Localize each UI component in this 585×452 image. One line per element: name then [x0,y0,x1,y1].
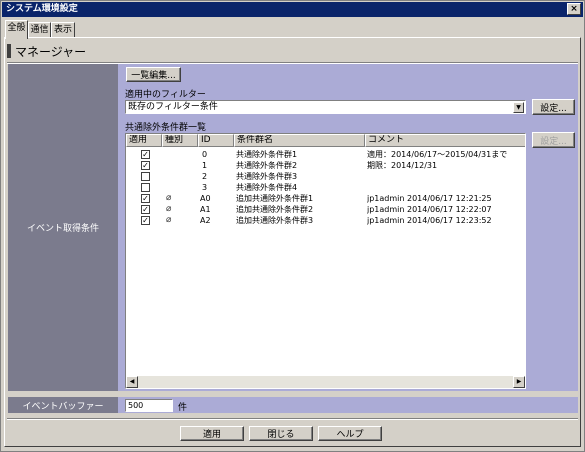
horizontal-scrollbar[interactable]: ◀ ▶ [126,376,525,388]
close-icon[interactable]: × [567,3,581,15]
event-condition-label-cell: イベント取得条件 [8,64,118,391]
section-header: マネージャー [7,43,86,61]
divider [7,418,578,420]
event-buffer-input[interactable] [125,399,173,412]
row-name: 共通除外条件群3 [236,172,298,181]
row-name: 共通除外条件群4 [236,183,298,192]
row-id: A2 [200,216,211,225]
section-title: マネージャー [15,45,87,59]
help-button[interactable]: ヘルプ [318,426,382,441]
row-id: 3 [202,183,208,192]
column-header-type[interactable]: 種別 [162,134,198,147]
apply-checkbox[interactable]: ✓ [141,161,150,170]
exclusion-list-label: 共通除外条件群一覧 [125,123,207,133]
row-id: 1 [202,161,208,170]
filter-select[interactable]: 既存のフィルター条件 ▼ [125,100,526,114]
filter-label: 適用中のフィルター [125,90,206,100]
column-header-id[interactable]: ID [198,134,234,147]
row-id: 0 [202,150,208,159]
event-buffer-label: イベントバッファー [22,401,104,412]
row-comment: jp1admin 2014/06/17 12:22:07 [367,205,492,214]
list-edit-button[interactable]: 一覧編集... [126,67,181,82]
table-row[interactable]: ✓ ⌀ A0 追加共通除外条件群1 jp1admin 2014/06/17 12… [126,193,525,204]
scroll-left-icon[interactable]: ◀ [126,376,138,388]
row-id: A0 [200,194,211,203]
filter-settings-button[interactable]: 設定... [532,99,575,115]
column-header-apply[interactable]: 適用 [126,134,162,147]
table-row[interactable]: ✓ 1 共通除外条件群2 期限：2014/12/31 [126,160,525,171]
scroll-right-icon[interactable]: ▶ [513,376,525,388]
row-comment: 適用：2014/06/17〜2015/04/31まで [367,150,508,159]
paperclip-icon: ⌀ [166,193,172,203]
tab-display[interactable]: 表示 [51,22,75,38]
apply-checkbox[interactable]: ✓ [141,216,150,225]
row-comment: 期限：2014/12/31 [367,161,438,170]
column-header-name[interactable]: 条件群名 [234,134,365,147]
row-name: 追加共通除外条件群1 [236,194,314,203]
apply-checkbox[interactable]: ✓ [141,150,150,159]
row-name: 共通除外条件群2 [236,161,298,170]
row-comment: jp1admin 2014/06/17 12:23:52 [367,216,492,225]
event-condition-label: イベント取得条件 [26,224,99,234]
table-row[interactable]: ✓ ⌀ A2 追加共通除外条件群3 jp1admin 2014/06/17 12… [126,215,525,226]
paperclip-icon: ⌀ [166,204,172,214]
apply-checkbox[interactable]: ✓ [141,194,150,203]
row-name: 追加共通除外条件群2 [236,205,314,214]
paperclip-icon: ⌀ [166,215,172,225]
row-name: 追加共通除外条件群3 [236,216,314,225]
table-row[interactable]: 2 共通除外条件群3 [126,171,525,182]
row-name: 共通除外条件群1 [236,150,298,159]
exclusion-settings-button[interactable]: 設定... [532,132,575,148]
exclusion-list[interactable]: 適用 種別 ID 条件群名 コメント ✓ 0 共通除外条件群1 適用：2014/… [125,133,526,389]
row-id: 2 [202,172,208,181]
list-header: 適用 種別 ID 条件群名 コメント [126,134,525,147]
table-row[interactable]: ✓ 0 共通除外条件群1 適用：2014/06/17〜2015/04/31まで [126,149,525,160]
table-row[interactable]: ✓ ⌀ A1 追加共通除外条件群2 jp1admin 2014/06/17 12… [126,204,525,215]
chevron-down-icon[interactable]: ▼ [513,102,524,113]
column-header-comment[interactable]: コメント [365,134,525,147]
settings-window: システム環境設定 × 全般 通信 表示 マネージャー イベント取得条件 一覧編集… [0,0,585,452]
apply-checkbox[interactable] [141,172,150,181]
apply-button[interactable]: 適用 [180,426,244,441]
tab-communication[interactable]: 通信 [28,22,51,38]
tab-general[interactable]: 全般 [5,20,28,39]
title-bar: システム環境設定 × [2,2,583,17]
filter-select-value: 既存のフィルター条件 [128,102,218,112]
apply-checkbox[interactable] [141,183,150,192]
section-marker [7,44,11,58]
event-buffer-unit: 件 [178,403,188,413]
event-buffer-label-cell: イベントバッファー [8,397,118,413]
row-comment: jp1admin 2014/06/17 12:21:25 [367,194,492,203]
close-button[interactable]: 閉じる [249,426,313,441]
table-row[interactable]: 3 共通除外条件群4 [126,182,525,193]
row-id: A1 [200,205,211,214]
apply-checkbox[interactable]: ✓ [141,205,150,214]
window-title: システム環境設定 [6,4,78,14]
